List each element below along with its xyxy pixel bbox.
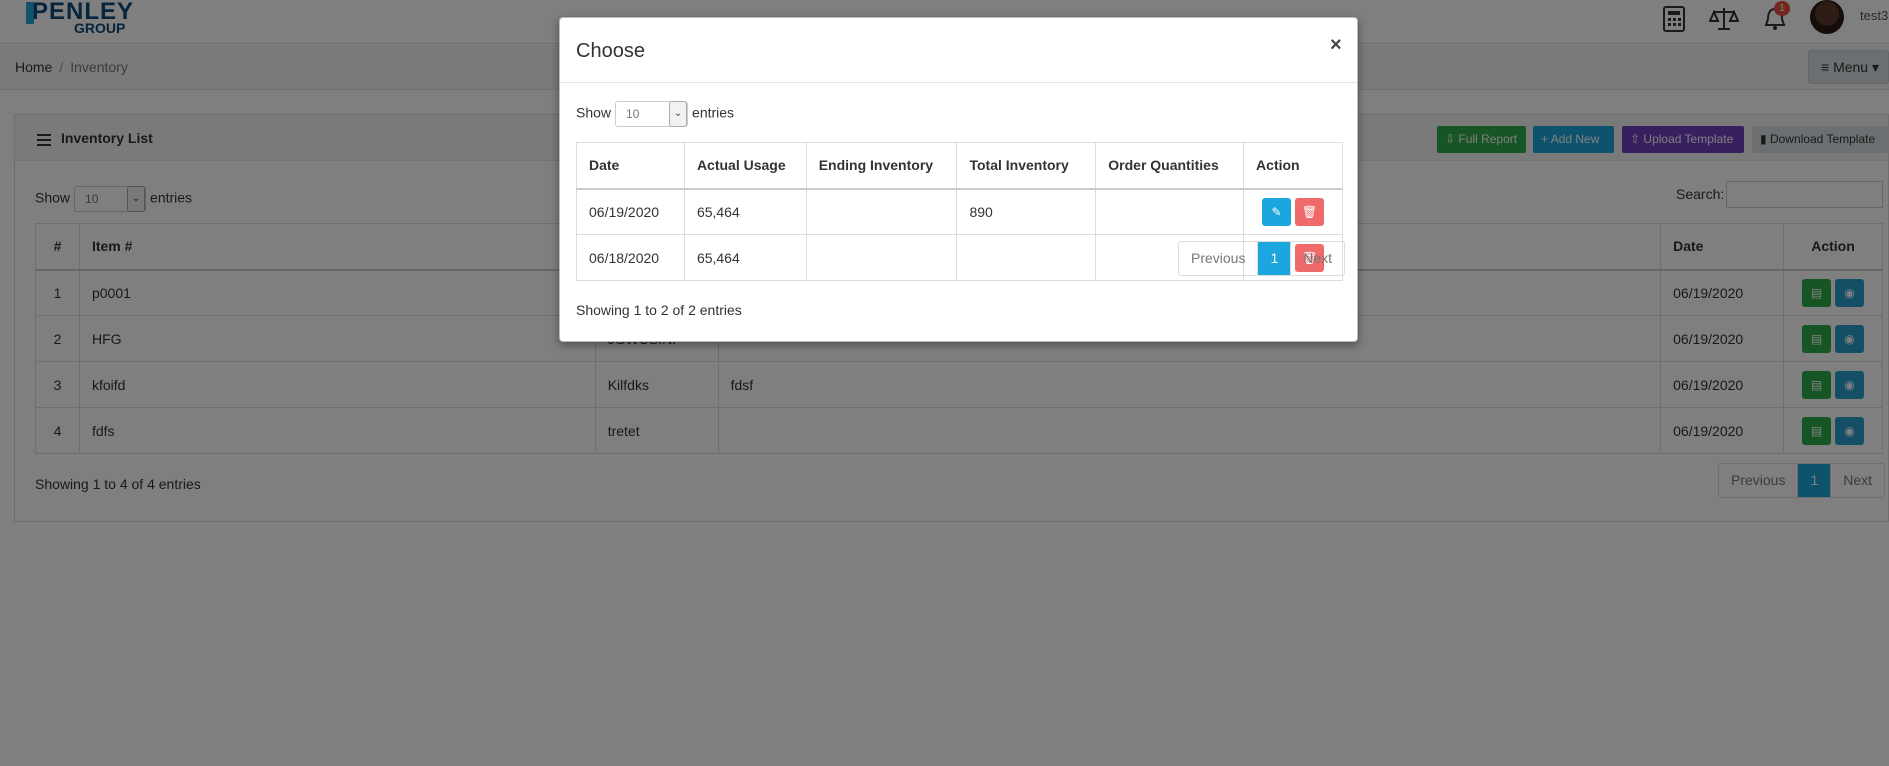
col-header-date[interactable]: Date <box>576 142 685 190</box>
pagination-next[interactable]: Next <box>1290 242 1344 275</box>
col-header-actual-usage[interactable]: Actual Usage <box>683 142 807 190</box>
col-header-total-inventory[interactable]: Total Inventory <box>956 142 1097 190</box>
modal-table-info: Showing 1 to 2 of 2 entries <box>576 302 742 318</box>
row-actual-usage: 65,464 <box>683 188 807 235</box>
modal-entries-select-value: 10 <box>626 107 640 121</box>
col-header-ending-inventory[interactable]: Ending Inventory <box>805 142 958 190</box>
choose-modal: Choose × Show 10 ⌄ entries Date Actual Usag… <box>559 17 1358 342</box>
row-ending-inventory <box>805 234 958 281</box>
chevron-down-icon: ⌄ <box>669 101 688 127</box>
row-ending-inventory <box>805 188 958 235</box>
row-total-inventory: 890 <box>956 188 1097 235</box>
delete-trash-icon[interactable]: 🗑 <box>1295 197 1325 226</box>
col-header-order-quantities[interactable]: Order Quantities <box>1095 142 1245 190</box>
modal-entries-select[interactable]: 10 ⌄ <box>615 101 689 127</box>
close-icon[interactable]: × <box>1330 34 1342 57</box>
modal-entries-label: entries <box>692 104 735 121</box>
edit-pencil-icon[interactable]: ✎ <box>1262 197 1292 226</box>
pagination-previous[interactable]: Previous <box>1179 242 1257 275</box>
row-date: 06/19/2020 <box>576 188 685 235</box>
row-actual-usage: 65,464 <box>683 234 807 281</box>
modal-show-label: Show <box>576 104 612 121</box>
pagination-page[interactable]: 1 <box>1257 242 1291 275</box>
row-total-inventory <box>956 234 1097 281</box>
modal-table-header-row: Date Actual Usage Ending Inventory Total… <box>576 142 1343 190</box>
col-header-action: Action <box>1243 142 1343 190</box>
modal-header: Choose × <box>560 18 1357 83</box>
row-order-quantities <box>1095 188 1245 235</box>
modal-title: Choose <box>576 40 645 62</box>
table-row: 06/19/2020 65,464 890 ✎ 🗑 <box>576 188 1343 235</box>
modal-pagination: Previous 1 Next <box>1178 241 1346 276</box>
row-actions: ✎🗑 <box>1243 188 1343 235</box>
row-date: 06/18/2020 <box>576 234 685 281</box>
modal-entries-length-control: Show 10 ⌄ entries <box>576 101 734 127</box>
